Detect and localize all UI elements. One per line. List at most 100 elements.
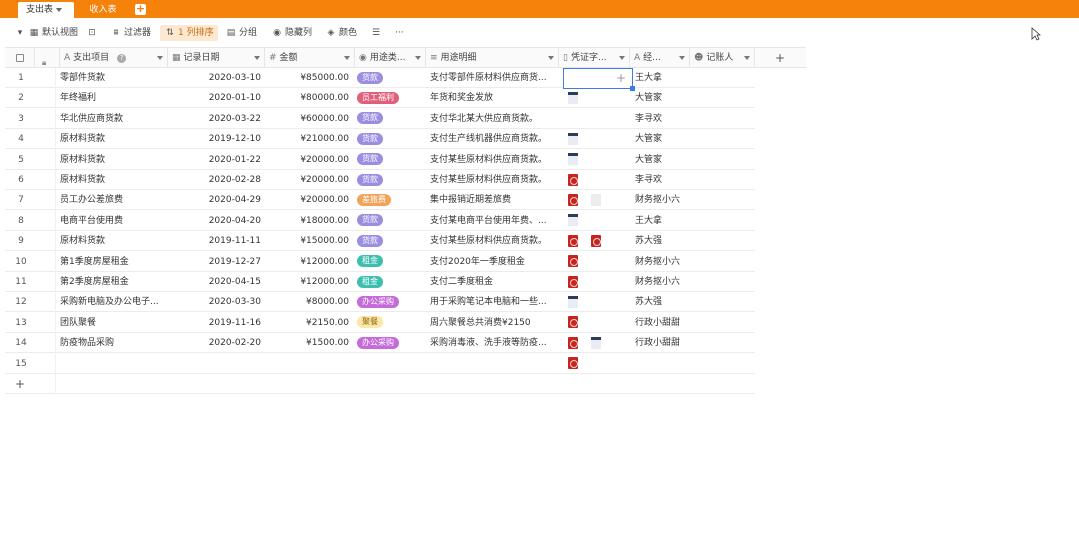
cell-amount[interactable]: ¥20000.00 — [267, 170, 349, 190]
cell-item[interactable]: 员工办公差旅费 — [60, 190, 168, 210]
table-row[interactable]: 3 华北供应商货款 2020-03-22 ¥60000.00 货款 支付华北某大供应商货款… — [5, 109, 755, 129]
cell-voucher[interactable] — [561, 150, 631, 170]
collapse-toggle[interactable]: ▾ — [14, 25, 28, 41]
color-button[interactable]: ◈ 颜色 — [325, 25, 357, 41]
cell-handler[interactable]: 李寻欢 — [635, 109, 695, 129]
view-selector[interactable]: ▦ 默认视图 — [28, 25, 78, 41]
cell-handler[interactable]: 财务抠小六 — [635, 190, 695, 210]
cell-amount[interactable]: ¥21000.00 — [267, 129, 349, 149]
row-height-button[interactable]: ☰ — [370, 25, 384, 41]
cell-description[interactable]: 用于采购笔记本电脑和一些... — [430, 292, 558, 312]
document-file-icon[interactable] — [568, 132, 578, 145]
cell-voucher[interactable] — [561, 231, 631, 251]
table-row[interactable]: 7 员工办公差旅费 2020-04-29 ¥20000.00 差旅费 集中报销近期差旅费 财… — [5, 190, 755, 211]
table-row[interactable]: 13 团队聚餐 2019-11-16 ¥2150.00 聚餐 周六聚餐总共消费¥2150 行… — [5, 313, 755, 333]
group-button[interactable]: ▤ 分组 — [225, 25, 257, 41]
cell-voucher[interactable] — [561, 109, 631, 129]
more-options-button[interactable]: ··· — [395, 25, 404, 41]
cell-amount[interactable]: ¥8000.00 — [267, 292, 349, 312]
cell-item[interactable]: 团队聚餐 — [60, 313, 168, 333]
cell-item[interactable]: 原材料货款 — [60, 231, 168, 251]
document-file-icon[interactable] — [568, 153, 578, 166]
document-file-icon[interactable] — [568, 214, 578, 227]
cell-voucher[interactable] — [561, 272, 631, 292]
pdf-file-icon[interactable] — [568, 316, 578, 329]
add-row-button[interactable]: + — [5, 374, 755, 394]
cell-item[interactable]: 电商平台使用费 — [60, 211, 168, 231]
cell-voucher[interactable] — [561, 129, 631, 149]
cell-category[interactable] — [357, 354, 427, 374]
cell-description[interactable]: 支付二季度租金 — [430, 272, 558, 292]
table-row[interactable]: 5 原材料货款 2020-01-22 ¥20000.00 货款 支付某些原材料供应商货款。… — [5, 150, 755, 170]
chevron-down-icon[interactable] — [157, 56, 163, 60]
pdf-file-icon[interactable] — [568, 234, 578, 247]
column-header-date[interactable]: ▦ 记录日期 — [168, 48, 265, 68]
filter-button[interactable]: ⩩ 过滤器 — [110, 25, 151, 41]
table-row[interactable]: 15 — [5, 354, 755, 374]
cell-handler[interactable]: 大管家 — [635, 88, 695, 108]
cell-handler[interactable]: 苏大强 — [635, 231, 695, 251]
cell-category[interactable]: 货款 — [357, 231, 427, 251]
hide-columns-button[interactable]: ◉ 隐藏列 — [271, 25, 312, 41]
cell-category[interactable]: 货款 — [357, 68, 427, 88]
table-row[interactable]: 12 采购新电脑及办公电子... 2020-03-30 ¥8000.00 办公采购 用于采… — [5, 292, 755, 313]
cell-date[interactable]: 2020-03-10 — [169, 68, 263, 88]
cell-amount[interactable]: ¥80000.00 — [267, 88, 349, 108]
cell-category[interactable]: 货款 — [357, 109, 427, 129]
cell-item[interactable]: 年终福利 — [60, 88, 168, 108]
cell-amount[interactable]: ¥2150.00 — [267, 313, 349, 333]
cell-voucher[interactable] — [561, 211, 631, 231]
cell-amount[interactable]: ¥85000.00 — [267, 68, 349, 88]
cell-category[interactable]: 办公采购 — [357, 333, 427, 353]
cell-category[interactable]: 货款 — [357, 170, 427, 190]
cell-description[interactable]: 集中报销近期差旅费 — [430, 190, 558, 210]
cell-item[interactable]: 华北供应商货款 — [60, 109, 168, 129]
cell-voucher[interactable] — [561, 190, 631, 210]
lock-view-button[interactable]: ⊡ — [86, 25, 100, 41]
cell-date[interactable]: 2020-04-20 — [169, 211, 263, 231]
chevron-down-icon[interactable] — [619, 56, 625, 60]
cell-description[interactable]: 支付某些原材料供应商货款。 — [430, 150, 558, 170]
table-row[interactable]: 4 原材料货款 2019-12-10 ¥21000.00 货款 支付生产线机器供应商货款。… — [5, 129, 755, 150]
cell-description[interactable]: 支付某些原材料供应商货款。 — [430, 231, 558, 251]
cell-description[interactable]: 周六聚餐总共消费¥2150 — [430, 313, 558, 333]
cell-amount[interactable]: ¥18000.00 — [267, 211, 349, 231]
cell-amount[interactable]: ¥12000.00 — [267, 252, 349, 272]
cell-category[interactable]: 货款 — [357, 150, 427, 170]
cell-handler[interactable] — [635, 354, 695, 374]
cell-date[interactable]: 2020-01-22 — [169, 150, 263, 170]
tab-expense-sheet[interactable]: 支出表 — [18, 2, 74, 18]
pdf-file-icon[interactable] — [568, 173, 578, 186]
cell-date[interactable]: 2020-01-10 — [169, 88, 263, 108]
cell-item[interactable] — [60, 354, 168, 374]
cell-date[interactable]: 2019-12-27 — [169, 252, 263, 272]
table-row[interactable]: 2 年终福利 2020-01-10 ¥80000.00 员工福利 年货和奖金发放 大管家 — [5, 88, 755, 109]
cell-description[interactable]: 支付2020年一季度租金 — [430, 252, 558, 272]
cell-date[interactable]: 2020-04-15 — [169, 272, 263, 292]
cell-handler[interactable]: 王大拿 — [635, 211, 695, 231]
cell-description[interactable]: 支付某些原材料供应商货款。 — [430, 170, 558, 190]
chevron-down-icon[interactable] — [56, 7, 63, 12]
cell-category[interactable]: 货款 — [357, 129, 427, 149]
column-header-item[interactable]: A 支出项目? — [60, 48, 168, 68]
cell-item[interactable]: 原材料货款 — [60, 150, 168, 170]
document-file-icon[interactable] — [568, 91, 578, 104]
cell-handler[interactable]: 财务抠小六 — [635, 272, 695, 292]
cell-date[interactable]: 2020-03-22 — [169, 109, 263, 129]
cell-handler[interactable]: 大管家 — [635, 129, 695, 149]
cell-category[interactable]: 货款 — [357, 211, 427, 231]
column-header-description[interactable]: ≡ 用途明细 — [426, 48, 559, 68]
cell-amount[interactable]: ¥20000.00 — [267, 190, 349, 210]
cell-voucher[interactable] — [561, 88, 631, 108]
cell-handler[interactable]: 苏大强 — [635, 292, 695, 312]
cell-category[interactable]: 办公采购 — [357, 292, 427, 312]
pdf-file-icon[interactable] — [568, 357, 578, 370]
cell-date[interactable] — [169, 354, 263, 374]
cell-description[interactable]: 支付生产线机器供应商货款。 — [430, 129, 558, 149]
add-attachment-icon[interactable]: + — [616, 71, 626, 85]
cell-amount[interactable]: ¥1500.00 — [267, 333, 349, 353]
add-column-button[interactable]: + — [755, 48, 805, 68]
column-header-amount[interactable]: # 金额 — [265, 48, 355, 68]
cell-date[interactable]: 2019-11-11 — [169, 231, 263, 251]
cell-date[interactable]: 2020-02-28 — [169, 170, 263, 190]
